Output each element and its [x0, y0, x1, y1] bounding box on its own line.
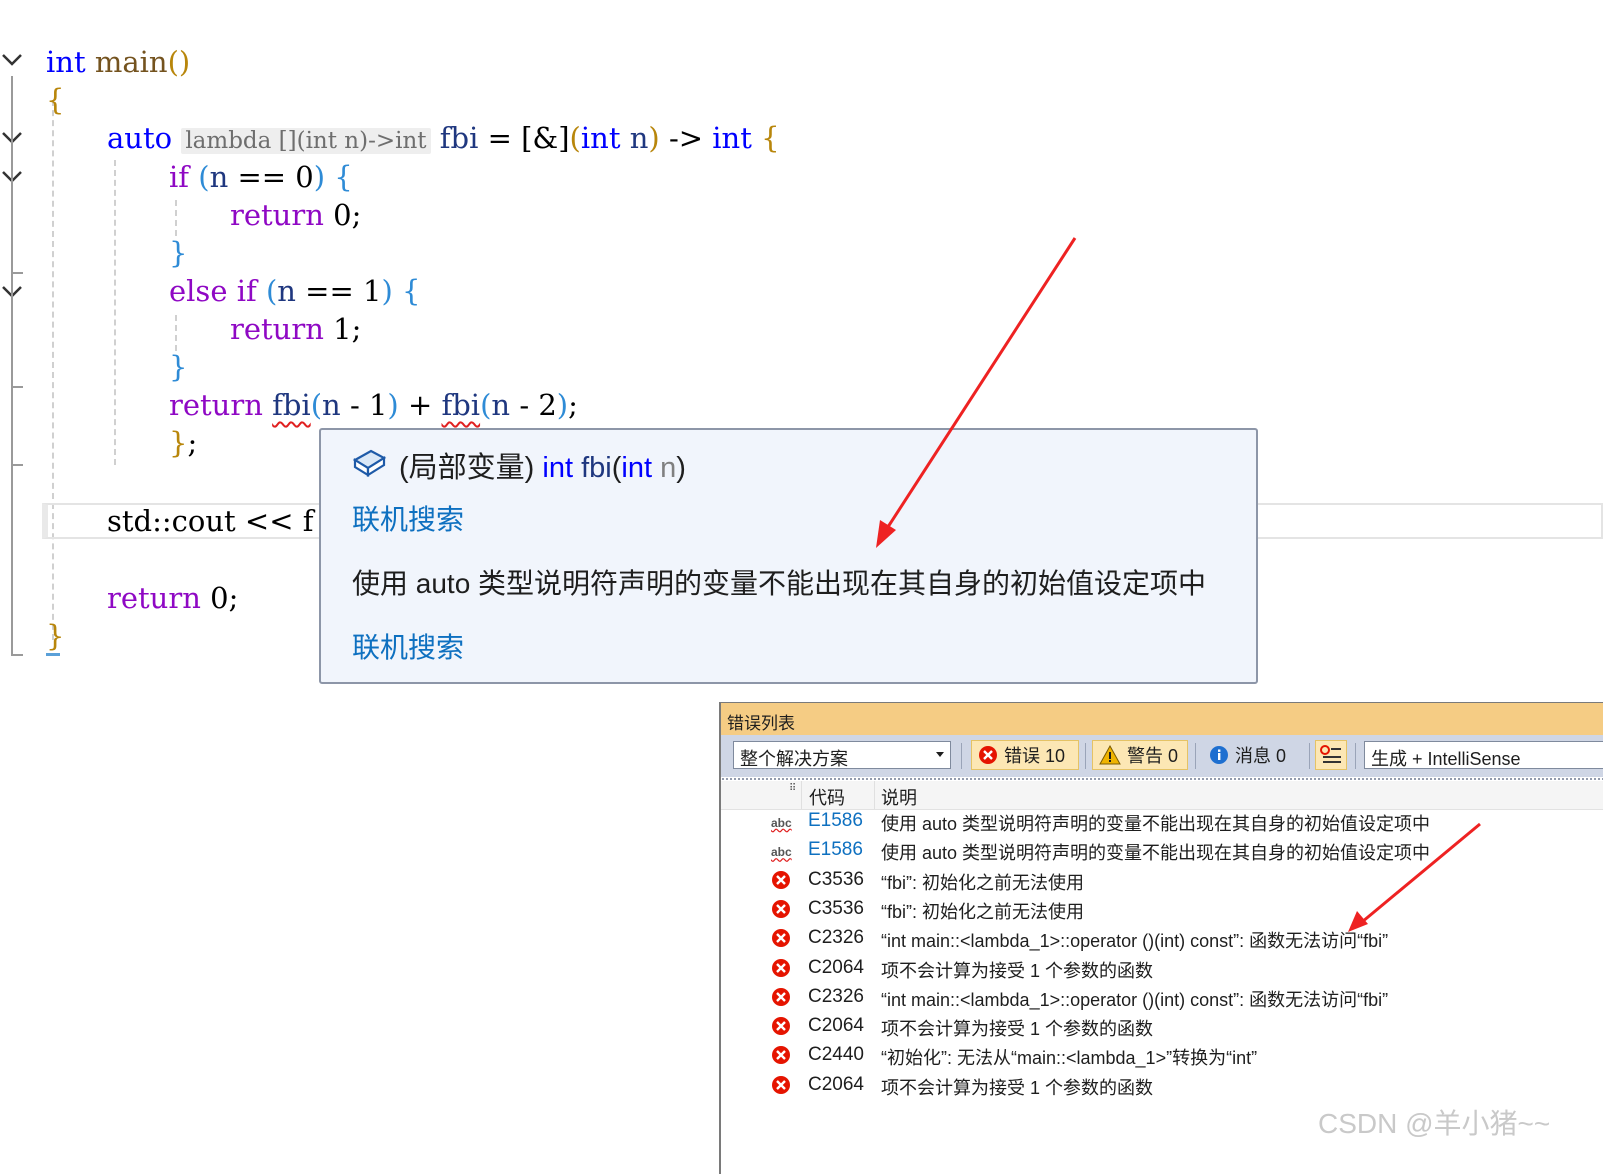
tooltip-error-message: 使用 auto 类型说明符声明的变量不能出现在其自身的初始值设定项中 — [352, 568, 1207, 599]
error-list-row[interactable]: C2326 “int main::<lambda_1>::operator ()(… — [721, 983, 1603, 1012]
online-search-link[interactable]: 联机搜索 — [352, 626, 464, 666]
error-icon — [771, 1045, 791, 1070]
fold-chevron-icon[interactable] — [0, 50, 26, 74]
error-code: C2440 — [808, 1044, 864, 1066]
fold-region-line — [11, 76, 23, 656]
code-line-9: } — [169, 350, 188, 384]
messages-filter-button[interactable]: 消息 0 — [1203, 740, 1303, 770]
toolbar-separator — [1309, 743, 1310, 769]
watermark: CSDN @羊小猪~~ — [1318, 1108, 1551, 1139]
error-list-row[interactable]: C2326 “int main::<lambda_1>::operator ()(… — [721, 924, 1603, 953]
error-icon — [771, 987, 791, 1012]
error-list-row[interactable]: C3536 “fbi”: 初始化之前无法使用 — [721, 895, 1603, 924]
error-icon — [771, 1075, 791, 1100]
error-description: “初始化”: 无法从“main::<lambda_1>”转换为“int” — [881, 1048, 1258, 1069]
online-search-link[interactable]: 联机搜索 — [352, 498, 464, 538]
toolbar-separator — [1355, 743, 1356, 769]
code-line-13: return 0; — [107, 581, 239, 615]
error-list-row[interactable]: abc E1586 使用 auto 类型说明符声明的变量不能出现在其自身的初始值设定… — [721, 836, 1603, 865]
filter-list-icon — [1320, 745, 1341, 763]
indent-guide — [175, 315, 177, 351]
column-divider[interactable] — [874, 781, 875, 809]
errors-filter-button[interactable]: 错误 10 — [971, 740, 1079, 770]
error-list-row[interactable]: C2064 项不会计算为接受 1 个参数的函数 — [721, 1012, 1603, 1041]
tooltip-signature: (局部变量) int fbi(int n) — [399, 452, 686, 484]
code-line-2: { — [46, 83, 65, 117]
error-description: “fbi”: 初始化之前无法使用 — [881, 872, 1085, 893]
error-code: C3536 — [808, 897, 864, 919]
error-description: 使用 auto 类型说明符声明的变量不能出现在其自身的初始值设定项中 — [881, 843, 1431, 864]
error-list-row[interactable]: abc E1586 使用 auto 类型说明符声明的变量不能出现在其自身的初始值设定… — [721, 807, 1603, 836]
error-icon — [979, 746, 997, 764]
code-line-11: }; — [169, 426, 198, 460]
code-line-8: return 1; — [230, 312, 362, 346]
error-code[interactable]: E1586 — [808, 810, 863, 832]
info-icon — [1210, 746, 1228, 764]
text-cursor — [46, 653, 60, 656]
toolbar-separator — [1195, 743, 1196, 769]
error-icon — [771, 928, 791, 953]
indent-guide — [52, 100, 54, 640]
error-description: 项不会计算为接受 1 个参数的函数 — [881, 1077, 1154, 1098]
column-divider[interactable] — [801, 781, 802, 809]
error-list-row[interactable]: C3536 “fbi”: 初始化之前无法使用 — [721, 866, 1603, 895]
code-line-6: } — [169, 236, 188, 270]
error-description: 项不会计算为接受 1 个参数的函数 — [881, 960, 1154, 981]
build-source-dropdown[interactable]: 生成 + IntelliSense — [1364, 741, 1603, 769]
error-description: “int main::<lambda_1>::operator ()(int) … — [881, 989, 1389, 1010]
error-description: “fbi”: 初始化之前无法使用 — [881, 901, 1085, 922]
error-code[interactable]: E1586 — [808, 839, 863, 861]
error-icon — [771, 958, 791, 983]
code-line-1: int main() — [46, 45, 191, 79]
code-line-10: return fbi(n - 1) + fbi(n - 2); — [169, 388, 578, 422]
quick-info-tooltip: (局部变量) int fbi(int n) 联机搜索 使用 auto 类型说明符… — [319, 428, 1258, 684]
local-variable-icon — [351, 446, 387, 482]
toolbar-separator — [1085, 743, 1086, 769]
error-code: C2326 — [808, 985, 864, 1007]
error-icon — [771, 899, 791, 924]
code-line-4: if (n == 0) { — [169, 160, 353, 194]
error-list-row[interactable]: C2064 项不会计算为接受 1 个参数的函数 — [721, 954, 1603, 983]
indent-guide — [114, 160, 116, 465]
code-line-3: auto lambda [](int n)->int fbi = [&](int… — [107, 121, 780, 155]
intellisense-error-icon: abc — [771, 845, 792, 860]
error-code: C2064 — [808, 956, 864, 978]
chevron-down-icon — [936, 752, 944, 757]
warnings-filter-button[interactable]: 警告 0 — [1092, 740, 1188, 770]
error-icon — [771, 870, 791, 895]
code-line-7: else if (n == 1) { — [169, 274, 421, 308]
filter-options-button[interactable] — [1315, 740, 1347, 770]
error-description: 项不会计算为接受 1 个参数的函数 — [881, 1019, 1154, 1040]
scope-dropdown[interactable]: 整个解决方案 — [733, 741, 951, 769]
toolbar-separator — [961, 743, 962, 769]
code-line-12: std::cout << f — [107, 504, 314, 538]
error-list-toolbar: 整个解决方案 错误 10 警告 0 消息 0 生成 + IntelliSense — [721, 735, 1603, 777]
intellisense-error-icon: abc — [771, 816, 792, 830]
error-code: C2326 — [808, 927, 864, 949]
warning-icon — [1099, 745, 1121, 765]
error-description: “int main::<lambda_1>::operator ()(int) … — [881, 931, 1389, 952]
inlay-type-hint: lambda [](int n)->int — [181, 128, 431, 154]
code-line-5: return 0; — [230, 198, 362, 232]
error-list-title[interactable]: 错误列表 — [721, 703, 1603, 735]
error-code: C2064 — [808, 1015, 864, 1037]
error-code: C2064 — [808, 1073, 864, 1095]
error-code: C3536 — [808, 868, 864, 890]
indent-guide — [175, 200, 177, 236]
error-icon — [771, 1016, 791, 1041]
code-line-14: } — [46, 619, 65, 653]
error-list-row[interactable]: C2440 “初始化”: 无法从“main::<lambda_1>”转换为“int… — [721, 1041, 1603, 1070]
error-list-header: ⠿ 代码 说明 — [721, 781, 1603, 810]
column-grip-icon[interactable]: ⠿ — [789, 783, 796, 794]
error-list-row[interactable]: C2064 项不会计算为接受 1 个参数的函数 — [721, 1071, 1603, 1100]
error-description: 使用 auto 类型说明符声明的变量不能出现在其自身的初始值设定项中 — [881, 814, 1431, 834]
